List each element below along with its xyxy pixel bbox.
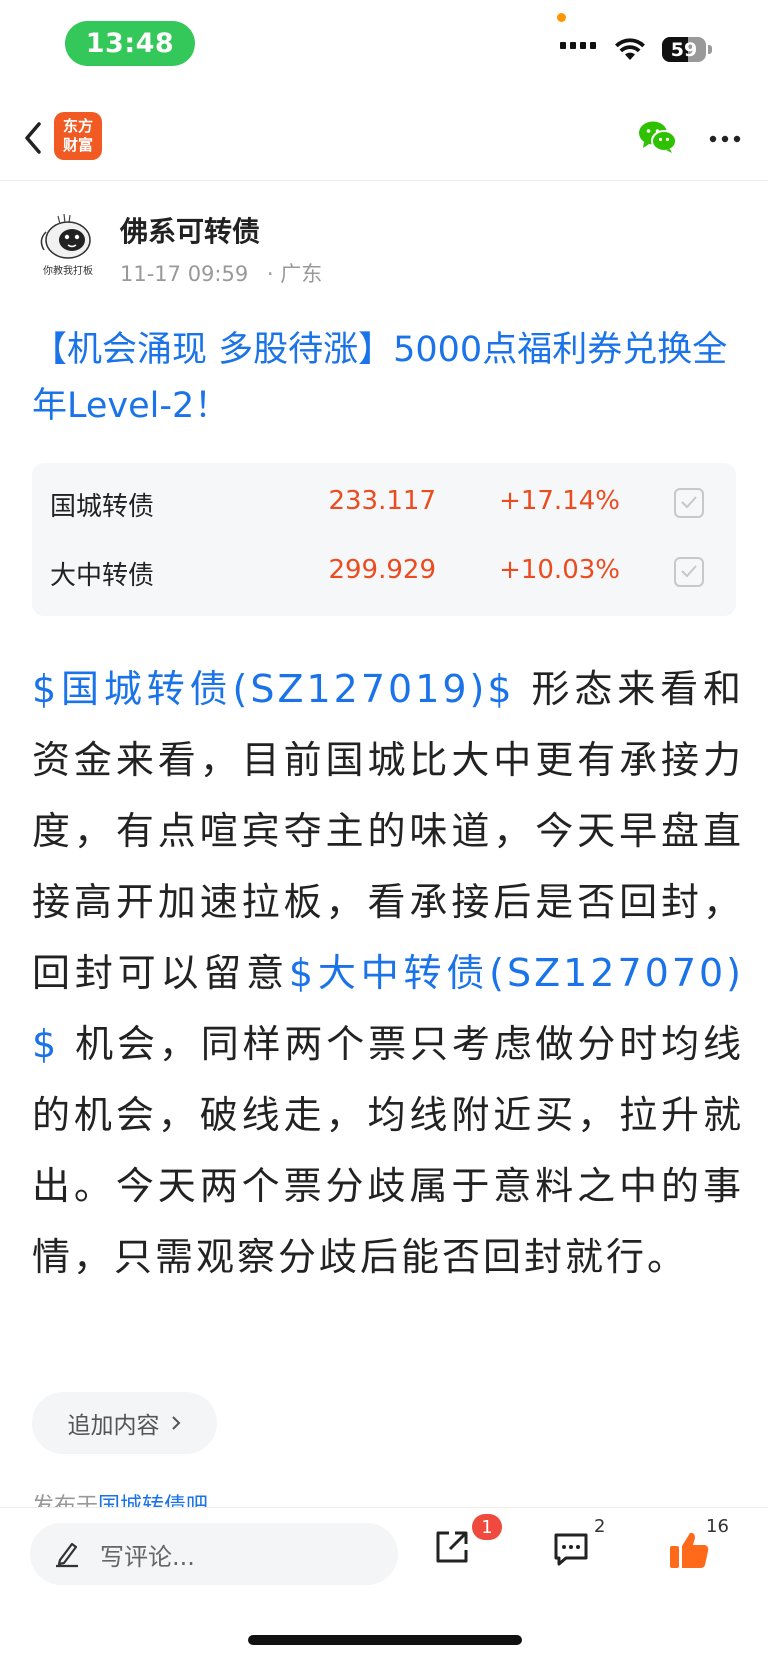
author-avatar[interactable]: 你教我打板 [32, 210, 104, 282]
stock-name: 大中转债 [50, 561, 155, 591]
status-bar: 13:48 59 [0, 0, 768, 90]
stock-row[interactable]: 国城转债 233.117 +17.14% [32, 472, 736, 538]
like-count: 16 [706, 1516, 729, 1537]
share-icon[interactable] [433, 1528, 471, 1566]
add-watchlist-checkbox[interactable] [674, 557, 704, 587]
stock-link-guocheng[interactable]: $国城转债(SZ127019)$ [32, 667, 515, 711]
author-name[interactable]: 佛系可转债 [120, 210, 260, 250]
stock-row[interactable]: 大中转债 299.929 +10.03% [32, 541, 736, 607]
stock-change: +10.03% [499, 555, 620, 585]
pencil-icon [56, 1542, 78, 1568]
wifi-icon [615, 38, 645, 60]
comment-placeholder: 写评论... [100, 1542, 195, 1571]
post-time: 11-17 09:59 [120, 262, 249, 286]
stock-card: 国城转债 233.117 +17.14% 大中转债 299.929 +10.03… [32, 463, 736, 616]
thumbs-up-icon[interactable] [668, 1530, 710, 1570]
stock-price: 233.117 [328, 486, 436, 516]
logo-line-1: 东方 [62, 117, 93, 135]
wechat-icon[interactable] [638, 120, 678, 154]
app-logo[interactable]: 东方 财富 [54, 112, 102, 160]
comment-count: 2 [594, 1516, 606, 1537]
battery-icon: 59 [662, 37, 706, 62]
more-dots-icon[interactable] [708, 122, 742, 156]
check-icon [681, 496, 697, 509]
avatar-caption: 你教我打板 [43, 264, 93, 277]
body-text-2: 机会，同样两个票只考虑做分时均线的机会，破线走，均线附近买，拉升就出。今天两个票… [32, 1022, 744, 1279]
post-meta: 11-17 09:59 · 广东 [120, 258, 322, 288]
battery-level: 59 [670, 38, 698, 61]
post-location: · 广东 [266, 262, 323, 286]
comment-icon[interactable] [552, 1530, 590, 1568]
cellular-signal-icon [560, 42, 596, 49]
status-time[interactable]: 13:48 [65, 21, 195, 66]
chevron-left-icon[interactable] [18, 118, 48, 158]
append-content-button[interactable]: 追加内容 [32, 1392, 217, 1454]
stock-change: +17.14% [499, 486, 620, 516]
privacy-indicator-dot [557, 13, 566, 22]
check-icon [681, 565, 697, 578]
home-indicator [248, 1635, 522, 1645]
append-label: 追加内容 [67, 1413, 160, 1439]
share-badge: 1 [472, 1514, 502, 1540]
stock-name: 国城转债 [50, 492, 155, 522]
battery-tip [708, 45, 712, 54]
chevron-right-icon [171, 1416, 180, 1430]
comment-input[interactable]: 写评论... [30, 1523, 398, 1585]
logo-line-2: 财富 [62, 136, 93, 154]
add-watchlist-checkbox[interactable] [674, 488, 704, 518]
post-body: $国城转债(SZ127019)$ 形态来看和资金来看，目前国城比大中更有承接力度… [32, 654, 744, 1293]
nav-bar: 东方 财富 [0, 100, 768, 181]
post-title[interactable]: 【机会涌现 多股待涨】5000点福利券兑换全年Level-2！ [32, 322, 742, 434]
stock-price: 299.929 [328, 555, 436, 585]
body-text-1: 形态来看和资金来看，目前国城比大中更有承接力度，有点喧宾夺主的味道，今天早盘直接… [32, 667, 744, 995]
